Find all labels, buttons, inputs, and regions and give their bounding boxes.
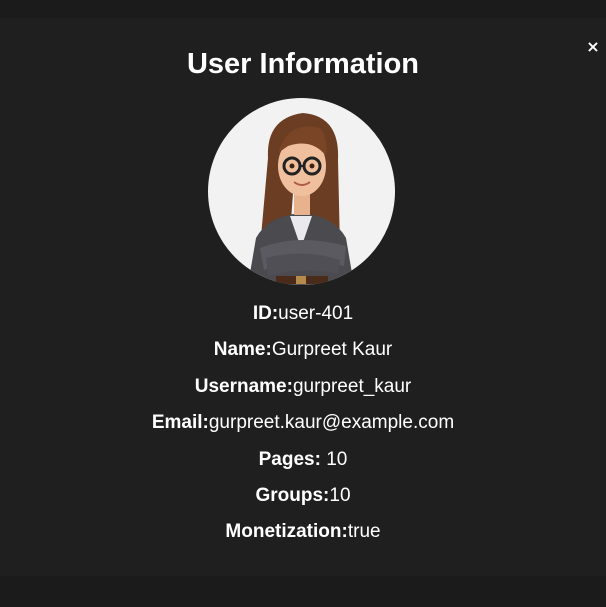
field-name-label: Name: bbox=[213, 339, 272, 360]
field-id-label: ID: bbox=[252, 303, 279, 324]
field-id: ID:user-401 bbox=[0, 302, 606, 326]
user-avatar-illustration-icon bbox=[248, 113, 354, 285]
field-groups-value: 10 bbox=[329, 485, 351, 506]
field-name: Name:Gurpreet Kaur bbox=[0, 338, 606, 362]
field-pages-label: Pages: bbox=[258, 449, 321, 470]
field-monetization-value: true bbox=[347, 521, 381, 542]
field-username: Username:gurpreet_kaur bbox=[0, 375, 606, 399]
field-email: Email:gurpreet.kaur@example.com bbox=[0, 411, 606, 435]
field-username-label: Username: bbox=[194, 376, 293, 397]
field-monetization-label: Monetization: bbox=[225, 521, 348, 542]
field-monetization: Monetization:true bbox=[0, 520, 606, 544]
user-info-modal: × User Information ID:user-401 Name:Gurp… bbox=[0, 18, 606, 576]
field-username-value: gurpreet_kaur bbox=[292, 376, 412, 397]
field-groups-label: Groups: bbox=[255, 485, 330, 506]
field-email-value: gurpreet.kaur@example.com bbox=[208, 412, 455, 433]
field-id-value: user-401 bbox=[278, 303, 354, 324]
field-email-label: Email: bbox=[151, 412, 209, 433]
field-groups: Groups:10 bbox=[0, 484, 606, 508]
field-name-value: Gurpreet Kaur bbox=[271, 339, 393, 360]
field-pages: Pages: 10 bbox=[0, 448, 606, 472]
avatar bbox=[208, 98, 395, 285]
modal-title: User Information bbox=[186, 48, 420, 80]
field-pages-value: 10 bbox=[320, 449, 348, 470]
